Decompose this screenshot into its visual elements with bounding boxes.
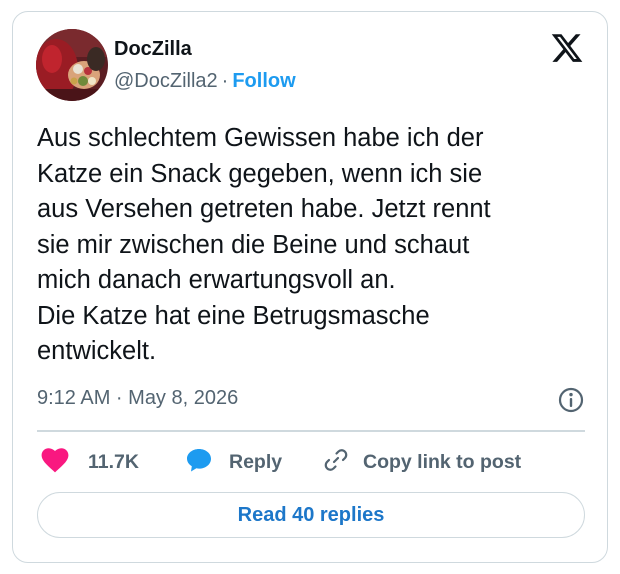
avatar[interactable] [36,29,108,101]
follow-button[interactable]: Follow [232,70,295,92]
speech-bubble-icon [185,447,213,478]
user-handle[interactable]: @DocZilla2 [114,70,218,92]
action-bar: 11.7K Reply Copy link to post [37,447,597,477]
copy-link-label: Copy link to post [363,450,522,473]
tweet-card: DocZilla @DocZilla2 · Follow Aus schlechte… [12,11,608,563]
timestamp[interactable]: 9:12 AM · May 8, 2026 [37,387,238,410]
x-logo-icon[interactable] [549,31,585,65]
divider [37,430,585,432]
copy-link-button[interactable]: Copy link to post [323,447,521,477]
like-count: 11.7K [88,450,139,473]
reply-button[interactable]: Reply [185,447,282,477]
display-name[interactable]: DocZilla [114,38,192,61]
tweet-meta: 9:12 AM · May 8, 2026 [37,386,585,414]
read-replies-button[interactable]: Read 40 replies [37,492,585,538]
like-button[interactable]: 11.7K [41,447,139,477]
tweet-text: Aus schlechtem Gewissen habe ich der Kat… [37,124,491,365]
handle-row: @DocZilla2 · Follow [114,70,296,93]
reply-label: Reply [229,450,283,473]
heart-icon [41,447,69,478]
handle-separator: · [221,70,229,92]
info-icon[interactable] [557,386,585,414]
link-icon [323,447,349,478]
